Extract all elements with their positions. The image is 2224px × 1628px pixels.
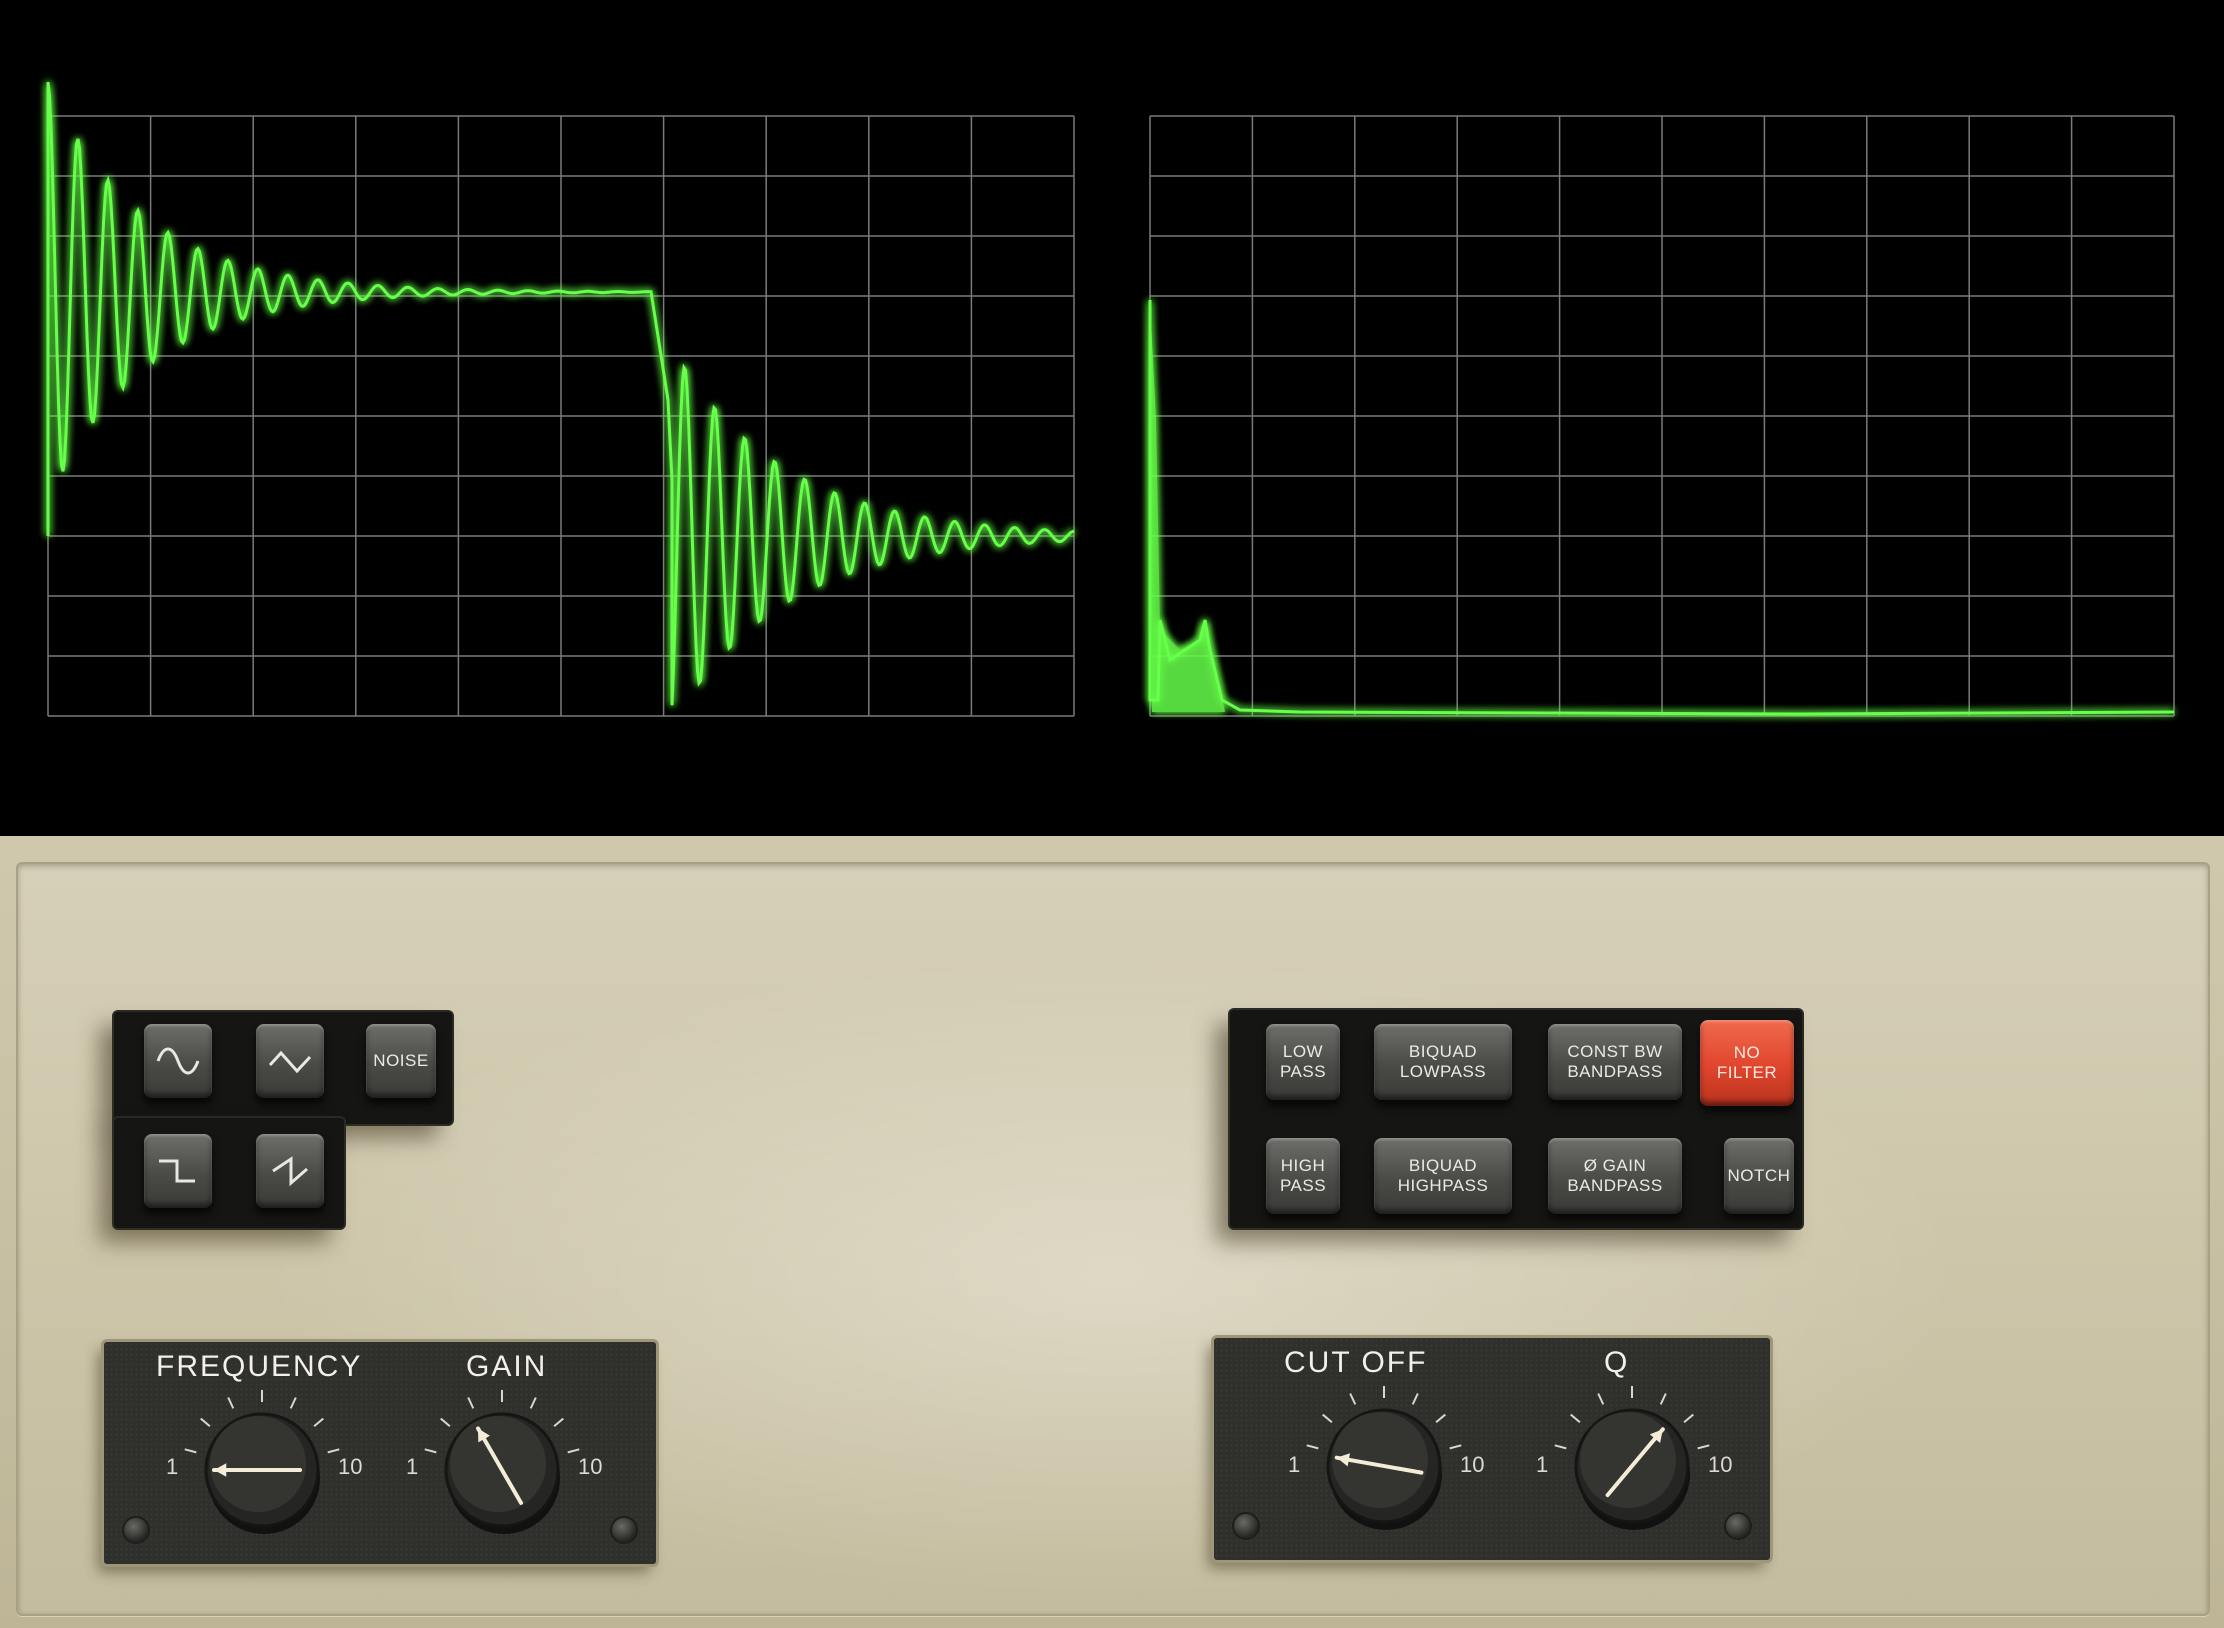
knob-tick [467, 1397, 475, 1409]
frequency-label: FREQUENCY [156, 1350, 363, 1383]
scope-svg [46, 81, 2175, 717]
knob-cap [210, 1416, 306, 1512]
knob-tick [1597, 1393, 1605, 1405]
screw [124, 1518, 148, 1542]
triangle-wave-icon [267, 1047, 313, 1075]
knob-tick [440, 1417, 451, 1428]
const-bw-bandpass-button[interactable]: CONST BW BANDPASS [1548, 1024, 1682, 1100]
cutoff-label: CUT OFF [1284, 1346, 1428, 1379]
biquad-highpass-button[interactable]: BIQUAD HIGHPASS [1374, 1138, 1512, 1214]
left-screen-grid [47, 115, 1075, 717]
knob-tick [227, 1397, 235, 1409]
right-screen-grid [1149, 115, 2175, 717]
square-wave-icon [155, 1157, 201, 1185]
knob-tick [1306, 1444, 1319, 1450]
screw [612, 1518, 636, 1542]
biquad-lowpass-label: BIQUAD LOWPASS [1399, 1042, 1487, 1081]
no-filter-button[interactable]: NO FILTER [1700, 1020, 1794, 1106]
knob-tick [1683, 1413, 1694, 1424]
knob-tick [289, 1397, 297, 1409]
knob-tick [1411, 1393, 1419, 1405]
cutoff-min: 1 [1288, 1452, 1301, 1477]
knob-tick [1435, 1413, 1446, 1424]
sawtooth-wave-button[interactable] [256, 1134, 324, 1208]
cutoff-max: 10 [1460, 1452, 1485, 1477]
cutoff-knob[interactable] [1294, 1382, 1474, 1542]
faceplate: NOISE LOW PASS BIQUAD LOWPASS CONST BW B… [16, 862, 2210, 1616]
knob-cap [1580, 1412, 1676, 1508]
biquad-highpass-label: BIQUAD HIGHPASS [1397, 1156, 1489, 1195]
high-pass-label: HIGH PASS [1279, 1156, 1327, 1195]
gain-label: GAIN [466, 1350, 548, 1383]
triangle-wave-button[interactable] [256, 1024, 324, 1098]
knob-tick [1697, 1444, 1710, 1450]
q-knob[interactable] [1542, 1382, 1722, 1542]
const-bw-bandpass-label: CONST BW BANDPASS [1567, 1042, 1663, 1081]
noise-label: NOISE [373, 1051, 429, 1070]
notch-label: NOTCH [1727, 1166, 1791, 1185]
sine-wave-icon [155, 1047, 201, 1075]
frequency-max: 10 [338, 1454, 363, 1479]
square-wave-button[interactable] [144, 1134, 212, 1208]
sine-wave-button[interactable] [144, 1024, 212, 1098]
frequency-knob[interactable] [172, 1386, 352, 1546]
oscilloscope-display [0, 0, 2224, 836]
zero-gain-bandpass-button[interactable]: Ø GAIN BANDPASS [1548, 1138, 1682, 1214]
knob-tick [313, 1417, 324, 1428]
knob-tick [184, 1448, 197, 1454]
q-min: 1 [1536, 1452, 1549, 1477]
frequency-min: 1 [166, 1454, 179, 1479]
knob-tick [529, 1397, 537, 1409]
q-label: Q [1604, 1346, 1630, 1379]
notch-button[interactable]: NOTCH [1724, 1138, 1794, 1214]
no-filter-label: NO FILTER [1716, 1043, 1778, 1082]
generator-knob-plate: FREQUENCY GAIN 1 10 1 10 [104, 1342, 656, 1564]
knob-tick [1570, 1413, 1581, 1424]
knob-tick [567, 1448, 580, 1454]
knob-tick [553, 1417, 564, 1428]
gain-knob[interactable] [412, 1386, 592, 1546]
filter-knob-plate: CUT OFF Q 1 10 1 10 [1214, 1338, 1770, 1560]
knob-tick [327, 1448, 340, 1454]
high-pass-button[interactable]: HIGH PASS [1266, 1138, 1340, 1214]
gain-min: 1 [406, 1454, 419, 1479]
knob-tick [200, 1417, 211, 1428]
noise-button[interactable]: NOISE [366, 1024, 436, 1098]
control-panel: NOISE LOW PASS BIQUAD LOWPASS CONST BW B… [0, 836, 2224, 1628]
sawtooth-wave-icon [267, 1155, 313, 1187]
knob-tick [424, 1448, 437, 1454]
knob-tick [1449, 1444, 1462, 1450]
biquad-lowpass-button[interactable]: BIQUAD LOWPASS [1374, 1024, 1512, 1100]
gain-max: 10 [578, 1454, 603, 1479]
low-pass-button[interactable]: LOW PASS [1266, 1024, 1340, 1100]
zero-gain-bandpass-label: Ø GAIN BANDPASS [1567, 1156, 1663, 1195]
spectrum-fill [1150, 300, 1225, 712]
knob-tick [1349, 1393, 1357, 1405]
low-pass-label: LOW PASS [1279, 1042, 1327, 1081]
knob-tick [1322, 1413, 1333, 1424]
knob-tick [1659, 1393, 1667, 1405]
screw [1726, 1514, 1750, 1538]
screw [1234, 1514, 1258, 1538]
q-max: 10 [1708, 1452, 1733, 1477]
knob-tick [1554, 1444, 1567, 1450]
